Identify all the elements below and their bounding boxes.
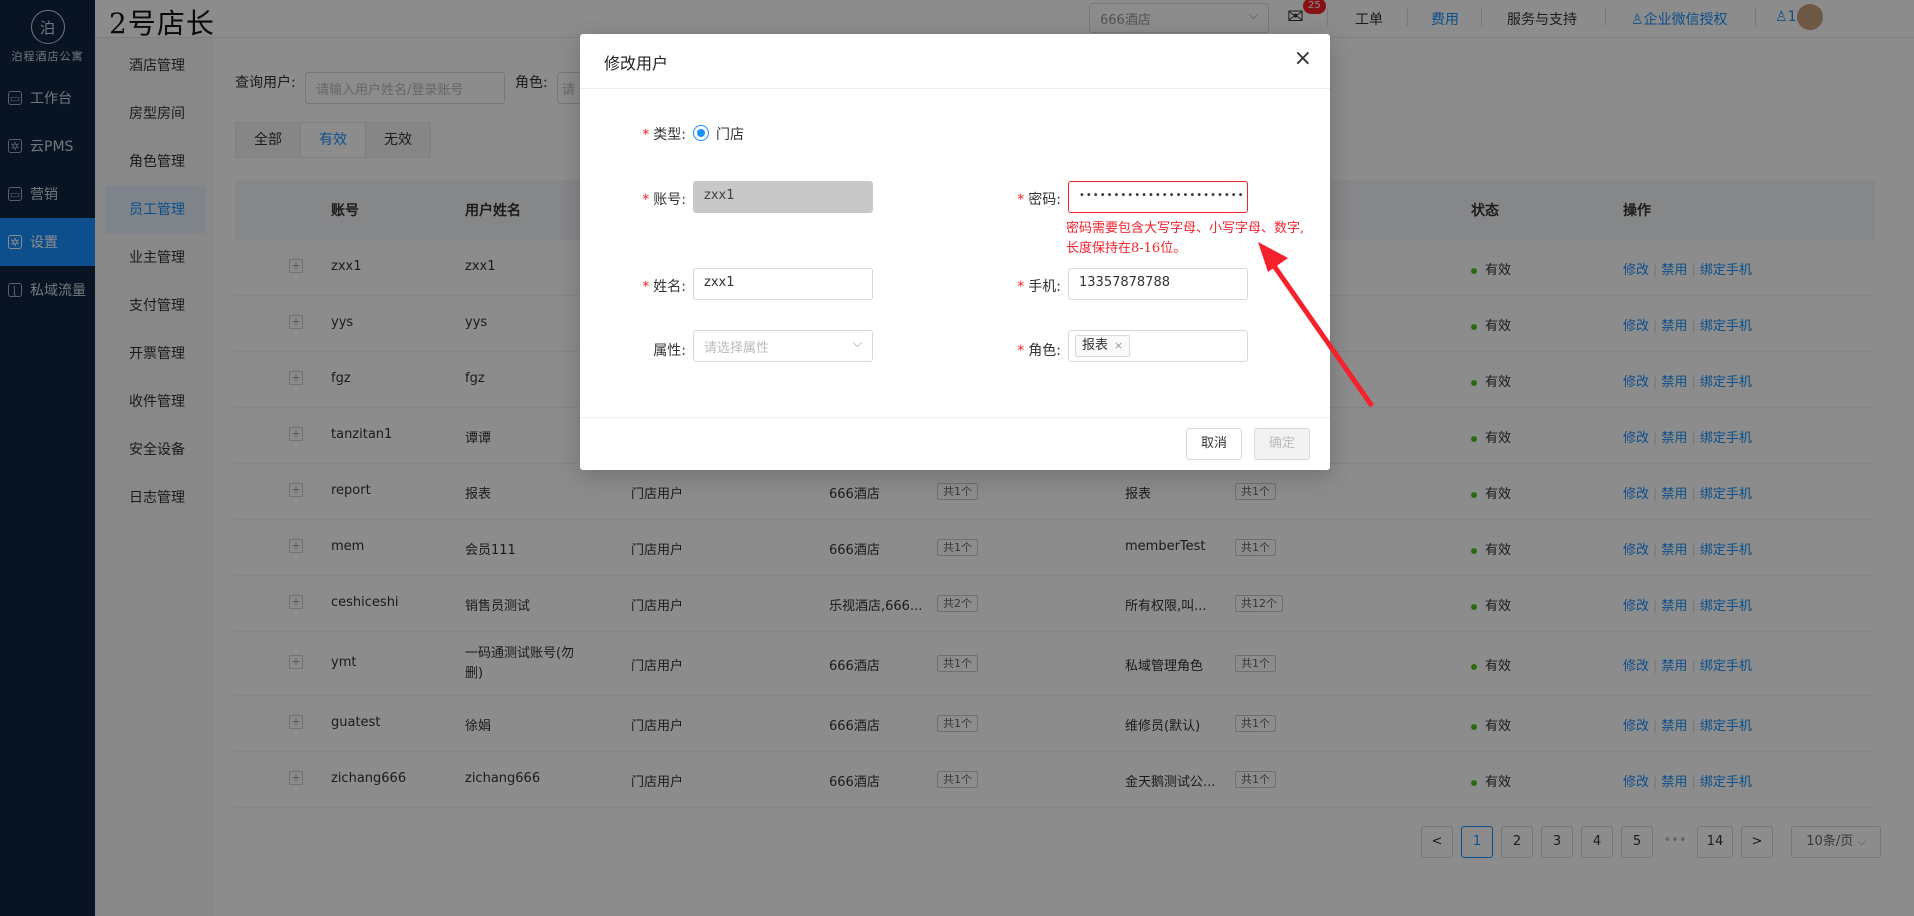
cancel-button[interactable]: 取消 [1186,428,1243,460]
attribute-label-text: 属性: [653,343,686,359]
phone-label: * 手机: [1017,279,1061,295]
annotation-arrow-icon [1258,242,1375,408]
attribute-select[interactable]: 请选择属性 ⌵ [693,330,873,362]
role-tag-label: 报表 [1082,338,1109,353]
phone-label-text: 手机: [1028,279,1061,295]
name-label: * 姓名: [642,279,686,295]
close-icon[interactable]: × [1114,339,1123,352]
close-icon[interactable]: × [1294,46,1312,71]
role-select[interactable]: 报表 × [1068,330,1248,362]
role-tag: 报表 × [1075,335,1131,357]
type-label-text: 类型: [653,127,686,143]
password-label-text: 密码: [1028,192,1061,208]
attribute-label: 属性: [616,340,686,360]
phone-field[interactable]: 13357878788 [1068,268,1248,300]
app-root: 泊 泊程酒店公寓 ▭ 工作台 ✲ 云PMS ▭ 营销 ✲ 设置 ⌊ 私域流量 酒店管理 房… [0,0,1914,916]
password-field[interactable]: •••••••••••••••••••••••• [1068,181,1248,213]
type-radio-label: 门店 [716,127,744,143]
attribute-placeholder: 请选择属性 [704,341,770,356]
account-label-text: 账号: [653,192,686,208]
type-radio[interactable] [693,125,709,141]
role-label: * 角色: [1017,343,1061,359]
name-field[interactable]: zxx1 [693,268,873,300]
chevron-down-icon: ⌵ [852,336,862,350]
name-label-text: 姓名: [653,279,686,295]
confirm-button[interactable]: 确定 [1254,428,1311,460]
modal-title: 修改用户 [580,34,1330,89]
account-field: zxx1 [693,181,873,213]
role-label-text: 角色: [1028,343,1061,359]
account-label: * 账号: [642,192,686,208]
password-label: * 密码: [1017,192,1061,208]
type-label: * 类型: [642,127,686,143]
